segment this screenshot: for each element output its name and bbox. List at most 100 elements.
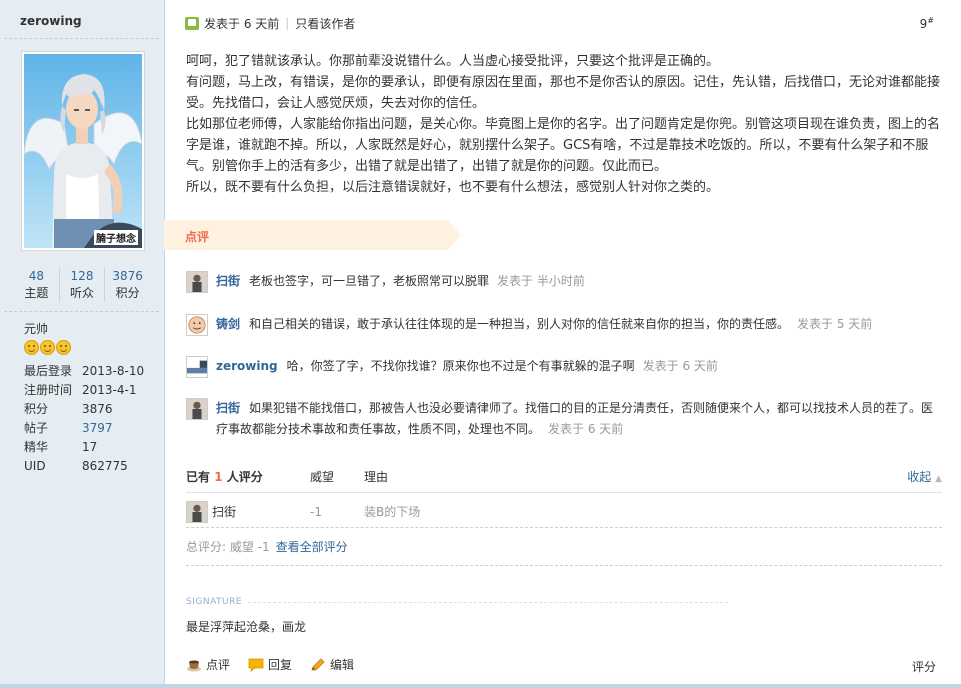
coffee-cup-icon (187, 660, 201, 671)
avatar-image (24, 54, 142, 248)
commenter-avatar[interactable] (186, 271, 208, 293)
reply-button[interactable]: 回复 (248, 656, 292, 673)
divider (4, 38, 159, 39)
avatar[interactable]: 腩子想念 (21, 51, 145, 251)
commenter-name[interactable]: 扫街 (216, 271, 240, 292)
info-value: 2013-8-10 (82, 364, 145, 378)
floor-mark: # (927, 16, 934, 25)
comment-time: 发表于 6 天前 (642, 359, 718, 373)
info-row: 注册时间 2013-4-1 (24, 381, 144, 400)
divider: | (285, 16, 290, 30)
rating-total-text: 总评分: 威望 -1 (186, 540, 270, 554)
info-value-link[interactable]: 3797 (82, 419, 113, 438)
rating-prefix: 已有 (186, 470, 211, 484)
rating-reason: 装B的下场 (364, 505, 421, 519)
commenter-avatar[interactable] (186, 356, 208, 378)
stat-label: 听众 (70, 286, 95, 300)
comment-item: 铸剑 和自己相关的错误，敢于承认往往体现的是一种担当，别人对你的信任就来自你的担… (186, 314, 872, 336)
smiley-icon (56, 340, 71, 355)
commenter-name[interactable]: 扫街 (216, 401, 240, 415)
rater-avatar[interactable] (186, 501, 208, 523)
info-value: 3876 (82, 402, 113, 416)
info-key: 精华 (24, 440, 49, 454)
comment-time: 发表于 半小时前 (497, 274, 585, 288)
commenter-name[interactable]: 铸剑 (216, 314, 240, 335)
signature-text: 最是浮萍起沧桑，画龙 (186, 620, 307, 634)
comment-body: 扫街 如果犯错不能找借口，那被告人也没必要请律师了。找借口的目的正是分清责任，否则… (216, 398, 942, 440)
commenter-avatar[interactable] (186, 314, 208, 336)
stat-label: 积分 (115, 286, 140, 300)
online-status-icon (185, 16, 199, 30)
author-stats: 48 主题 128 听众 3876 积分 (14, 268, 150, 302)
info-value: 862775 (82, 459, 128, 473)
author-info: 最后登录 2013-8-10 注册时间 2013-4-1 积分 3876 帖子 … (24, 362, 144, 476)
post-paragraph: 比如那位老师傅，人家能给你指出问题，是关心你。毕竟图上是你的名字。出了问题肯定是… (186, 117, 941, 174)
reply-label[interactable]: 回复 (268, 656, 292, 673)
comments-label: 点评 (185, 230, 210, 244)
col-reason: 理由 (364, 470, 389, 484)
stat-num[interactable]: 128 (60, 268, 105, 284)
edit-label[interactable]: 编辑 (330, 656, 354, 673)
rater-name[interactable]: 扫街 (212, 497, 236, 527)
rating-total: 总评分: 威望 -1 查看全部评分 (186, 537, 942, 557)
info-row: 最后登录 2013-8-10 (24, 362, 144, 381)
info-row: 精华 17 (24, 438, 144, 457)
user-rank[interactable]: 元帅 (24, 320, 48, 337)
comment-item: 扫街 老板也签字，可一旦错了，老板照常可以脱罪 发表于 半小时前 (186, 271, 585, 293)
smiley-icon (40, 340, 55, 355)
caret-up-icon: ▲ (935, 474, 942, 484)
post-content: 呵呵，犯了错就该承认。你那前辈没说错什么。人当虚心接受批评，只要这个批评是正确的… (186, 51, 946, 198)
rating-section: 已有 1 人评分 威望 理由 收起 ▲ 扫街 -1 装B的下场 总评分: 威望 … (186, 466, 942, 557)
commenter-avatar[interactable] (186, 398, 208, 420)
info-key: UID (24, 459, 46, 473)
medal-list (24, 340, 71, 355)
smiley-icon (24, 340, 39, 355)
info-key: 帖子 (24, 421, 49, 435)
stat-label: 主题 (24, 286, 49, 300)
stat-points[interactable]: 3876 积分 (105, 268, 150, 302)
comment-time: 发表于 6 天前 (548, 422, 624, 436)
stat-num[interactable]: 48 (14, 268, 59, 284)
signature-label: SIGNATURE (186, 597, 243, 607)
info-row: 积分 3876 (24, 400, 144, 419)
rate-button[interactable]: 评分 (912, 658, 936, 675)
dianping-button[interactable]: 点评 (186, 656, 230, 673)
author-name[interactable]: zerowing (20, 14, 82, 28)
rating-row: 扫街 -1 装B的下场 (186, 497, 942, 528)
stat-listeners[interactable]: 128 听众 (60, 268, 106, 302)
col-weiwang: 威望 (310, 470, 335, 484)
speech-bubble-icon (248, 658, 264, 672)
edit-button[interactable]: 编辑 (310, 656, 354, 673)
floor-number[interactable]: 9# (920, 16, 934, 31)
info-row: 帖子 3797 (24, 419, 144, 438)
avatar-caption: 腩子想念 (94, 230, 138, 245)
rating-user[interactable]: 扫街 (186, 497, 310, 527)
post-paragraph: 有问题，马上改，有错误，是你的要承认，即便有原因在里面，那也不是你否认的原因。记… (186, 75, 941, 111)
info-row: UID 862775 (24, 457, 144, 476)
view-all-ratings-link[interactable]: 查看全部评分 (276, 540, 348, 554)
author-only-link[interactable]: 只看该作者 (295, 15, 355, 32)
rating-header: 已有 1 人评分 威望 理由 收起 ▲ (186, 466, 942, 493)
comment-item: 扫街 如果犯错不能找借口，那被告人也没必要请律师了。找借口的目的正是分清责任，否则… (186, 398, 942, 440)
dianping-label[interactable]: 点评 (206, 656, 230, 673)
stat-topics[interactable]: 48 主题 (14, 268, 60, 302)
rating-count: 1 (214, 470, 223, 484)
divider (4, 311, 159, 312)
info-value: 17 (82, 440, 98, 454)
post-header: 发表于 6 天前 | 只看该作者 9# (185, 14, 941, 32)
info-key: 注册时间 (24, 383, 73, 397)
collapse-link[interactable]: 收起 ▲ (907, 466, 942, 488)
bottom-border (0, 684, 961, 688)
rating-count-label: 已有 1 人评分 (186, 466, 310, 488)
divider (186, 565, 942, 566)
collapse-label[interactable]: 收起 (907, 470, 931, 484)
stat-num[interactable]: 3876 (105, 268, 150, 284)
comment-text: 老板也签字，可一旦错了，老板照常可以脱罪 (249, 274, 490, 288)
comments-banner: 点评 (164, 220, 461, 250)
info-key: 积分 (24, 402, 49, 416)
author-sidebar: zerowing 腩子想念 48 主题 128 听众 3876 积分 元帅 最后… (0, 0, 165, 688)
comment-text: 和自己相关的错误，敢于承认往往体现的是一种担当，别人对你的信任就来自你的担当，你… (249, 317, 790, 331)
commenter-name[interactable]: zerowing (216, 356, 278, 377)
post-paragraph: 所以，既不要有什么负担，以后注意错误就好，也不要有什么想法，感觉别人针对你之类的… (186, 180, 720, 195)
comment-item: zerowing 哈，你签了字，不找你找谁？原来你也不过是个有事就躲的混子啊 发… (186, 356, 718, 378)
